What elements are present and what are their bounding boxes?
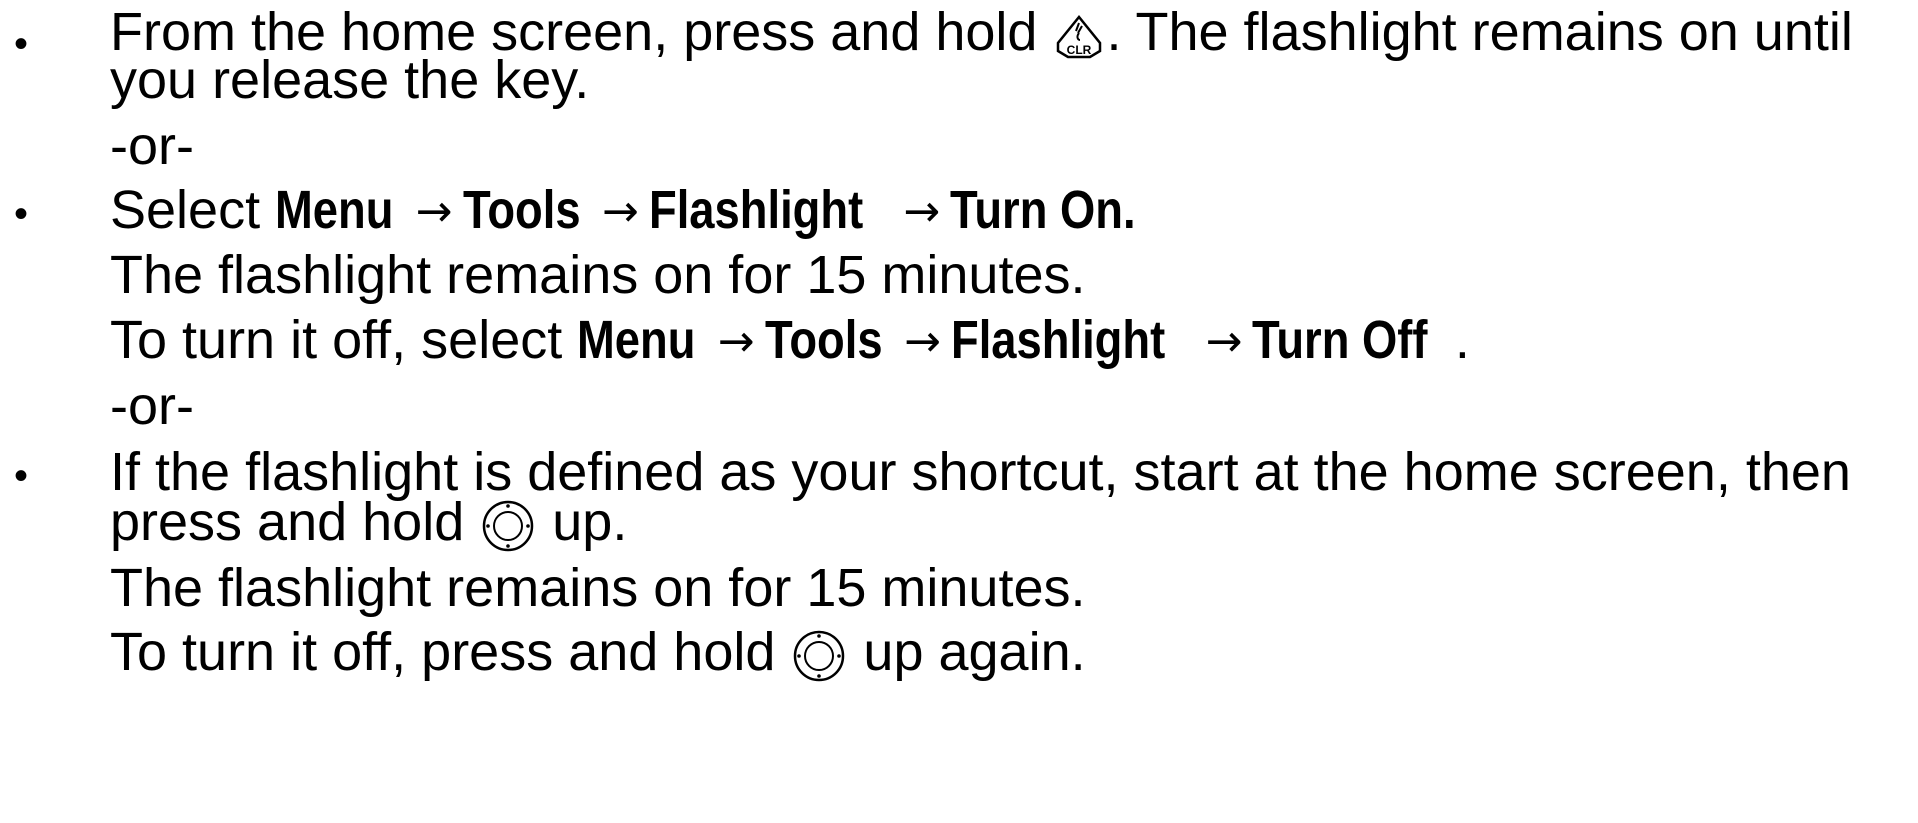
menu-path-item: Menu [275,180,394,240]
menu-path-item: Tools [462,180,581,240]
step3-line2: press and hold up. [110,490,627,555]
bullet-2: • [14,192,29,236]
arrow-icon: → [904,316,942,367]
step2-select-line: Select Menu → Tools → Flashlight → Turn On. [110,178,1165,244]
step2-off-line: To turn it off, select Menu → Tools → Flashl… [110,308,1470,374]
arrow-icon: → [1205,316,1243,367]
or-separator-2: -or- [110,376,194,436]
menu-path-item: Tools [764,310,883,370]
step2-off-prefix: To turn it off, select [110,310,578,370]
or-separator-1: -or- [110,116,194,176]
bullet-3: • [14,454,29,498]
step3-line2-after: up. [537,492,628,552]
arrow-icon: → [602,186,639,237]
navigation-key-icon [790,627,848,685]
step3-off-before: To turn it off, press and hold [110,622,791,682]
step3-note: The flashlight remains on for 15 minutes… [110,558,1086,618]
menu-path-item: Flashlight [648,180,864,240]
arrow-icon: → [415,186,453,237]
step3-off-line: To turn it off, press and hold up again. [110,620,1086,685]
clr-key-icon: CLR [1052,9,1106,63]
step1-text-after: . The flashlight remains on until [1106,2,1853,62]
step1-line2: you release the key. [110,50,590,110]
step2-off-suffix: . [1454,310,1470,370]
arrow-icon: → [717,316,755,367]
navigation-key-icon [479,497,537,555]
menu-path-item: Flashlight [951,310,1166,370]
step2-select-prefix: Select [110,180,276,240]
instruction-document: • From the home screen, press and hold C… [0,0,1918,823]
step3-off-after: up again. [848,622,1086,682]
bullet-1: • [14,22,29,66]
step2-note: The flashlight remains on for 15 minutes… [110,245,1086,305]
menu-path-item: Turn Off [1252,310,1428,370]
arrow-icon: → [903,186,941,237]
clr-key-label: CLR [1067,43,1092,57]
menu-path-item: Turn On. [950,180,1136,240]
step3-line2-before: press and hold [110,492,480,552]
menu-path-item: Menu [577,310,696,370]
